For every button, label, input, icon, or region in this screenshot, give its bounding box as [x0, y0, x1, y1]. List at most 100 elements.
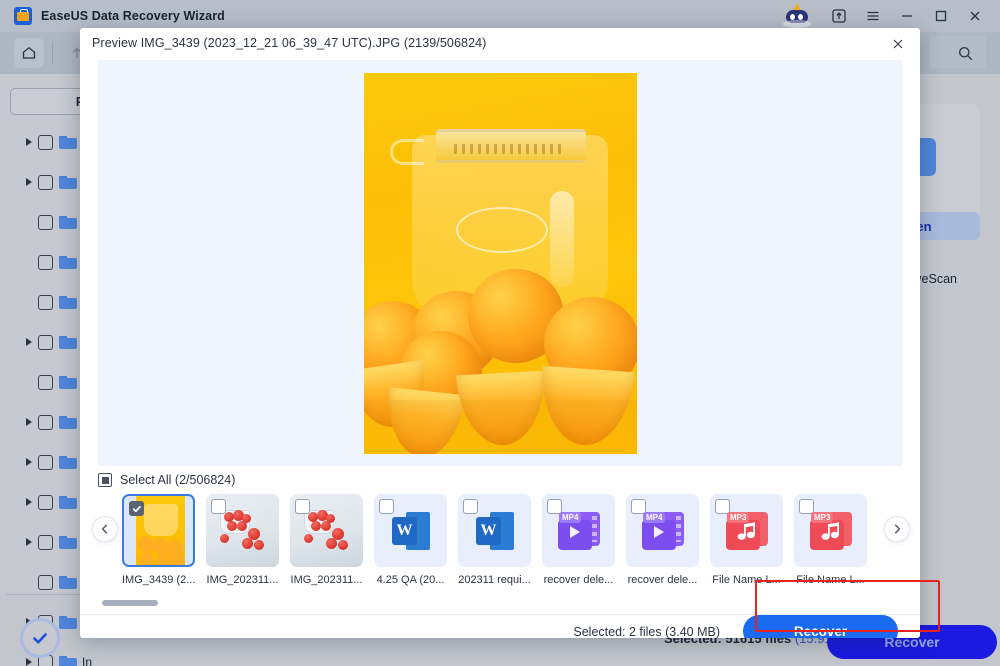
- folder-checkbox[interactable]: [38, 535, 53, 550]
- thumbnail-image[interactable]: W: [458, 494, 531, 567]
- folder-icon: [59, 135, 77, 149]
- recover-button[interactable]: Recover: [743, 615, 898, 638]
- easeus-logo-icon: [14, 7, 32, 25]
- close-icon[interactable]: [886, 32, 910, 56]
- check-circle-icon[interactable]: [20, 618, 60, 658]
- thumbnail-item-6[interactable]: MP4 recover dele...: [626, 494, 699, 598]
- select-all-text: Select All: [120, 473, 171, 487]
- thumbnail-image[interactable]: W: [374, 494, 447, 567]
- triangle-right-icon[interactable]: [26, 658, 32, 666]
- folder-checkbox[interactable]: [38, 375, 53, 390]
- folder-icon: [59, 575, 77, 589]
- folder-icon: [59, 335, 77, 349]
- bee-mascot-icon[interactable]: [780, 3, 814, 29]
- folder-icon: [59, 175, 77, 189]
- triangle-right-icon[interactable]: [26, 338, 32, 346]
- toolbar-divider: [52, 42, 53, 64]
- select-all-label: Select All (2/506824): [120, 473, 235, 487]
- sidebar-item-label: In: [82, 655, 92, 666]
- thumbnail-item-4[interactable]: W 202311 requi...: [458, 494, 531, 598]
- search-icon[interactable]: [948, 38, 982, 68]
- thumb-art-word-doc: W: [476, 512, 514, 550]
- close-icon[interactable]: [958, 0, 992, 32]
- thumbnail-label: 202311 requi...: [458, 574, 531, 586]
- thumbnail-label: recover dele...: [626, 574, 699, 586]
- thumbnail-label: IMG_202311...: [206, 574, 279, 586]
- folder-icon: [59, 255, 77, 269]
- triangle-right-icon[interactable]: [26, 498, 32, 506]
- thumbnail-checkbox[interactable]: [211, 499, 226, 514]
- thumbnail-checkbox[interactable]: [129, 501, 144, 516]
- folder-icon: [59, 295, 77, 309]
- select-all-row[interactable]: Select All (2/506824): [98, 468, 235, 492]
- thumbnail-label: IMG_202311...: [290, 574, 363, 586]
- thumb-art-word-doc: W: [392, 512, 430, 550]
- image-viewer: [98, 60, 902, 466]
- thumbnail-label: File Name L...: [794, 574, 867, 586]
- thumb-art-mp4: MP4: [642, 512, 684, 550]
- thumbnail-item-7[interactable]: MP3 File Name L...: [710, 494, 783, 598]
- thumbnail-image[interactable]: MP3: [794, 494, 867, 567]
- folder-checkbox[interactable]: [38, 335, 53, 350]
- chevron-left-icon[interactable]: [92, 516, 118, 542]
- thumb-art-mp3: MP3: [726, 512, 768, 550]
- folder-checkbox[interactable]: [38, 575, 53, 590]
- thumbnail-label: File Name L...: [710, 574, 783, 586]
- thumbnail-image[interactable]: [122, 494, 195, 567]
- folder-checkbox[interactable]: [38, 135, 53, 150]
- thumbnail-checkbox[interactable]: [379, 499, 394, 514]
- dialog-title: Preview IMG_3439 (2023_12_21 06_39_47 UT…: [92, 36, 486, 50]
- folder-checkbox[interactable]: [38, 175, 53, 190]
- folder-checkbox[interactable]: [38, 295, 53, 310]
- preview-dialog: Preview IMG_3439 (2023_12_21 06_39_47 UT…: [80, 28, 920, 638]
- thumbnail-item-2[interactable]: IMG_202311...: [290, 494, 363, 598]
- thumbnail-item-1[interactable]: IMG_202311...: [206, 494, 279, 598]
- triangle-right-icon[interactable]: [26, 178, 32, 186]
- triangle-right-icon[interactable]: [26, 538, 32, 546]
- folder-checkbox[interactable]: [38, 215, 53, 230]
- triangle-right-icon[interactable]: [26, 458, 32, 466]
- thumbnail-image[interactable]: MP4: [542, 494, 615, 567]
- thumbnail-list: IMG_3439 (2... IMG_202311... IMG_202311...…: [122, 494, 882, 598]
- folder-icon: [59, 415, 77, 429]
- select-all-count: (2/506824): [175, 473, 235, 487]
- preview-image: [364, 73, 637, 454]
- thumbnail-item-8[interactable]: MP3 File Name L...: [794, 494, 867, 598]
- maximize-icon[interactable]: [924, 0, 958, 32]
- triangle-right-icon[interactable]: [26, 418, 32, 426]
- folder-checkbox[interactable]: [38, 455, 53, 470]
- triangle-right-icon[interactable]: [26, 138, 32, 146]
- thumbnail-item-3[interactable]: W 4.25 QA (20...: [374, 494, 447, 598]
- thumbnail-label: IMG_3439 (2...: [122, 574, 195, 586]
- thumbnail-scrollbar[interactable]: [98, 600, 902, 606]
- thumbnail-checkbox[interactable]: [295, 499, 310, 514]
- folder-icon: [59, 455, 77, 469]
- folder-icon: [59, 655, 77, 666]
- folder-icon: [59, 535, 77, 549]
- thumbnail-label: 4.25 QA (20...: [374, 574, 447, 586]
- thumbnail-item-0[interactable]: IMG_3439 (2...: [122, 494, 195, 598]
- folder-icon: [59, 215, 77, 229]
- home-icon[interactable]: [14, 38, 44, 68]
- window-title: EaseUS Data Recovery Wizard: [41, 9, 225, 23]
- thumbnail-image[interactable]: MP3: [710, 494, 783, 567]
- thumbnail-image[interactable]: [206, 494, 279, 567]
- thumbnail-image[interactable]: MP4: [626, 494, 699, 567]
- chevron-right-icon[interactable]: [884, 516, 910, 542]
- thumbnail-checkbox[interactable]: [463, 499, 478, 514]
- sidebar-item-13[interactable]: In: [0, 642, 118, 666]
- app-root: EaseUS Data Recovery Wizard: [0, 0, 1000, 666]
- folder-checkbox[interactable]: [38, 415, 53, 430]
- folder-checkbox[interactable]: [38, 495, 53, 510]
- folder-checkbox[interactable]: [38, 255, 53, 270]
- thumb-art-mp3: MP3: [810, 512, 852, 550]
- thumbnail-label: recover dele...: [542, 574, 615, 586]
- folder-icon: [59, 495, 77, 509]
- thumbnail-image[interactable]: [290, 494, 363, 567]
- select-all-checkbox[interactable]: [98, 473, 112, 487]
- thumbnail-strip: IMG_3439 (2... IMG_202311... IMG_202311...…: [98, 494, 902, 598]
- scrollbar-thumb[interactable]: [102, 600, 158, 606]
- dialog-selected-summary: Selected: 2 files (3.40 MB): [573, 625, 720, 638]
- folder-icon: [59, 375, 77, 389]
- thumbnail-item-5[interactable]: MP4 recover dele...: [542, 494, 615, 598]
